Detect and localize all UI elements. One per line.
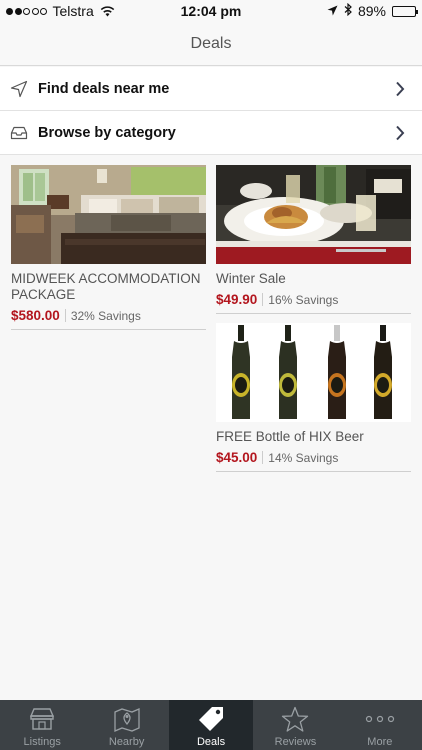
map-pin-icon	[113, 705, 141, 733]
status-bar: Telstra 12:04 pm 89%	[0, 0, 422, 22]
inbox-tray-icon	[10, 123, 30, 143]
tag-icon	[197, 705, 225, 733]
tab-label: More	[367, 736, 393, 748]
deal-card[interactable]: FREE Bottle of HIX Beer $45.00 14% Savin…	[216, 323, 411, 472]
divider	[64, 309, 66, 322]
tab-label: Reviews	[274, 736, 317, 748]
deals-grid: MIDWEEK ACCOMMODATION PACKAGE $580.00 32…	[0, 155, 422, 700]
location-arrow-icon	[327, 3, 338, 19]
deal-image-bedroom	[11, 165, 206, 264]
find-deals-near-me-row[interactable]: Find deals near me	[0, 67, 422, 111]
page-title: Deals	[190, 34, 232, 52]
tab-listings[interactable]: Listings	[0, 700, 84, 750]
bluetooth-icon	[344, 2, 352, 19]
deal-savings: 32% Savings	[70, 308, 141, 323]
tab-reviews[interactable]: Reviews	[253, 700, 337, 750]
battery-percent: 89%	[357, 3, 386, 19]
deal-card[interactable]: MIDWEEK ACCOMMODATION PACKAGE $580.00 32…	[11, 165, 206, 330]
chevron-right-icon	[388, 125, 412, 141]
browse-by-category-row[interactable]: Browse by category	[0, 111, 422, 155]
tab-label: Listings	[23, 736, 61, 748]
tab-more[interactable]: More	[338, 700, 422, 750]
divider	[262, 293, 264, 306]
deal-price: $49.90	[216, 292, 258, 307]
store-icon	[28, 705, 56, 733]
deal-image-beer-bottles	[216, 323, 411, 422]
star-icon	[281, 705, 309, 733]
location-arrow-icon	[10, 79, 30, 99]
deal-savings: 14% Savings	[268, 450, 339, 465]
tab-nearby[interactable]: Nearby	[84, 700, 168, 750]
more-dots-icon	[365, 705, 395, 733]
chevron-right-icon	[388, 81, 412, 97]
find-deals-label: Find deals near me	[38, 80, 170, 97]
deal-title: Winter Sale	[216, 271, 286, 286]
tab-bar: Listings Nearby Deals Reviews More	[0, 700, 422, 750]
battery-icon	[392, 5, 418, 17]
tab-label: Nearby	[108, 736, 145, 748]
divider	[262, 451, 264, 464]
deal-title: FREE Bottle of HIX Beer	[216, 429, 364, 444]
deal-card[interactable]: Winter Sale $49.90 16% Savings	[216, 165, 411, 314]
tab-label: Deals	[196, 736, 226, 748]
deal-title: MIDWEEK ACCOMMODATION PACKAGE	[11, 271, 201, 302]
deal-image-dining	[216, 165, 411, 264]
tab-deals[interactable]: Deals	[168, 700, 254, 750]
navigation-bar: Deals	[0, 22, 422, 66]
deal-price: $45.00	[216, 450, 258, 465]
deal-price: $580.00	[11, 308, 60, 323]
browse-category-label: Browse by category	[38, 124, 176, 141]
deal-savings: 16% Savings	[268, 292, 339, 307]
